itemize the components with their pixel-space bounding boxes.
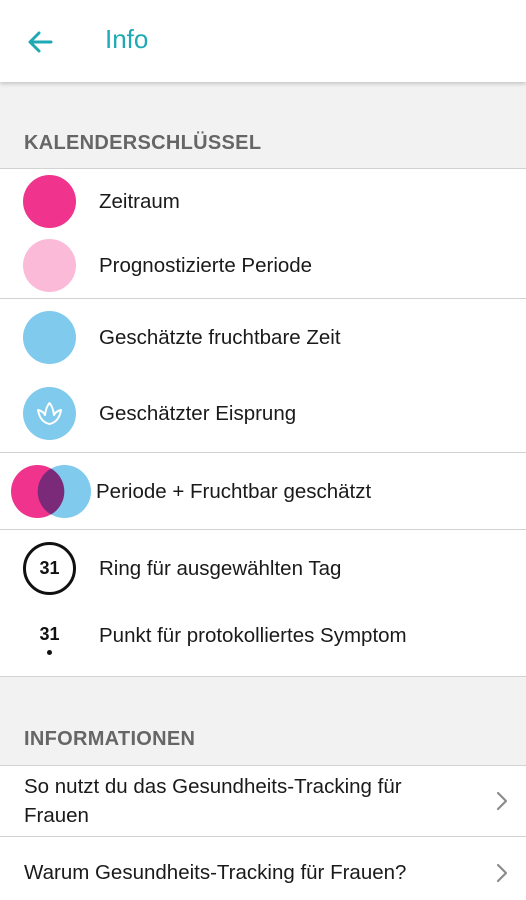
key-item-period: Zeitraum (0, 172, 526, 232)
key-item-label: Geschätzte fruchtbare Zeit (99, 326, 341, 349)
chevron-right-icon (496, 863, 508, 883)
divider (0, 529, 526, 530)
info-section-header-bg (0, 677, 526, 765)
predicted-period-dot-icon (23, 239, 76, 292)
key-item-logged-symptom: 31 Punkt für protokolliertes Symptom (0, 606, 526, 666)
key-item-label: Periode + Fruchtbar geschätzt (96, 480, 372, 503)
ovulation-flower-icon (23, 387, 76, 440)
key-item-predicted-period: Prognostizierte Periode (0, 236, 526, 296)
info-section-title: INFORMATIONEN (24, 728, 196, 750)
chevron-right-icon (496, 791, 508, 811)
logged-symptom-dot-icon: 31 (23, 609, 76, 662)
day-number: 31 (39, 558, 60, 578)
info-item-how-to-use[interactable]: So nutzt du das Gesundheits-Tracking für… (0, 766, 526, 836)
selected-day-ring-icon: 31 (23, 542, 76, 595)
divider (0, 452, 526, 453)
divider (0, 298, 526, 299)
day-number: 31 (39, 624, 60, 644)
period-dot-icon (23, 175, 76, 228)
fertile-dot-icon (23, 311, 76, 364)
key-item-fertile: Geschätzte fruchtbare Zeit (0, 308, 526, 368)
info-item-label: Warum Gesundheits-Tracking für Frauen? (24, 861, 407, 884)
arrow-left-icon (28, 31, 53, 53)
symptom-dot (47, 650, 52, 655)
key-item-label: Ring für ausgewählten Tag (99, 557, 342, 580)
page-title: Info (105, 24, 149, 54)
key-item-label: Punkt für protokolliertes Symptom (99, 624, 407, 647)
info-item-why-tracking[interactable]: Warum Gesundheits-Tracking für Frauen? (0, 837, 526, 900)
app-bar: Info (0, 0, 526, 82)
key-section-title: KALENDERSCHLÜSSEL (24, 132, 262, 154)
key-item-label: Zeitraum (99, 190, 180, 213)
key-section-header-bg (0, 82, 526, 169)
key-item-label: Prognostizierte Periode (99, 254, 313, 277)
key-item-selected-day: 31 Ring für ausgewählten Tag (0, 539, 526, 599)
period-fertile-overlap-icon (11, 465, 91, 518)
key-item-label: Geschätzter Eisprung (99, 402, 297, 425)
key-item-period-fertile: Periode + Fruchtbar geschätzt (0, 462, 526, 522)
back-button[interactable] (20, 22, 60, 62)
key-item-ovulation: Geschätzter Eisprung (0, 384, 526, 444)
info-item-label: So nutzt du das Gesundheits-Tracking für… (24, 775, 402, 827)
divider (0, 168, 526, 169)
